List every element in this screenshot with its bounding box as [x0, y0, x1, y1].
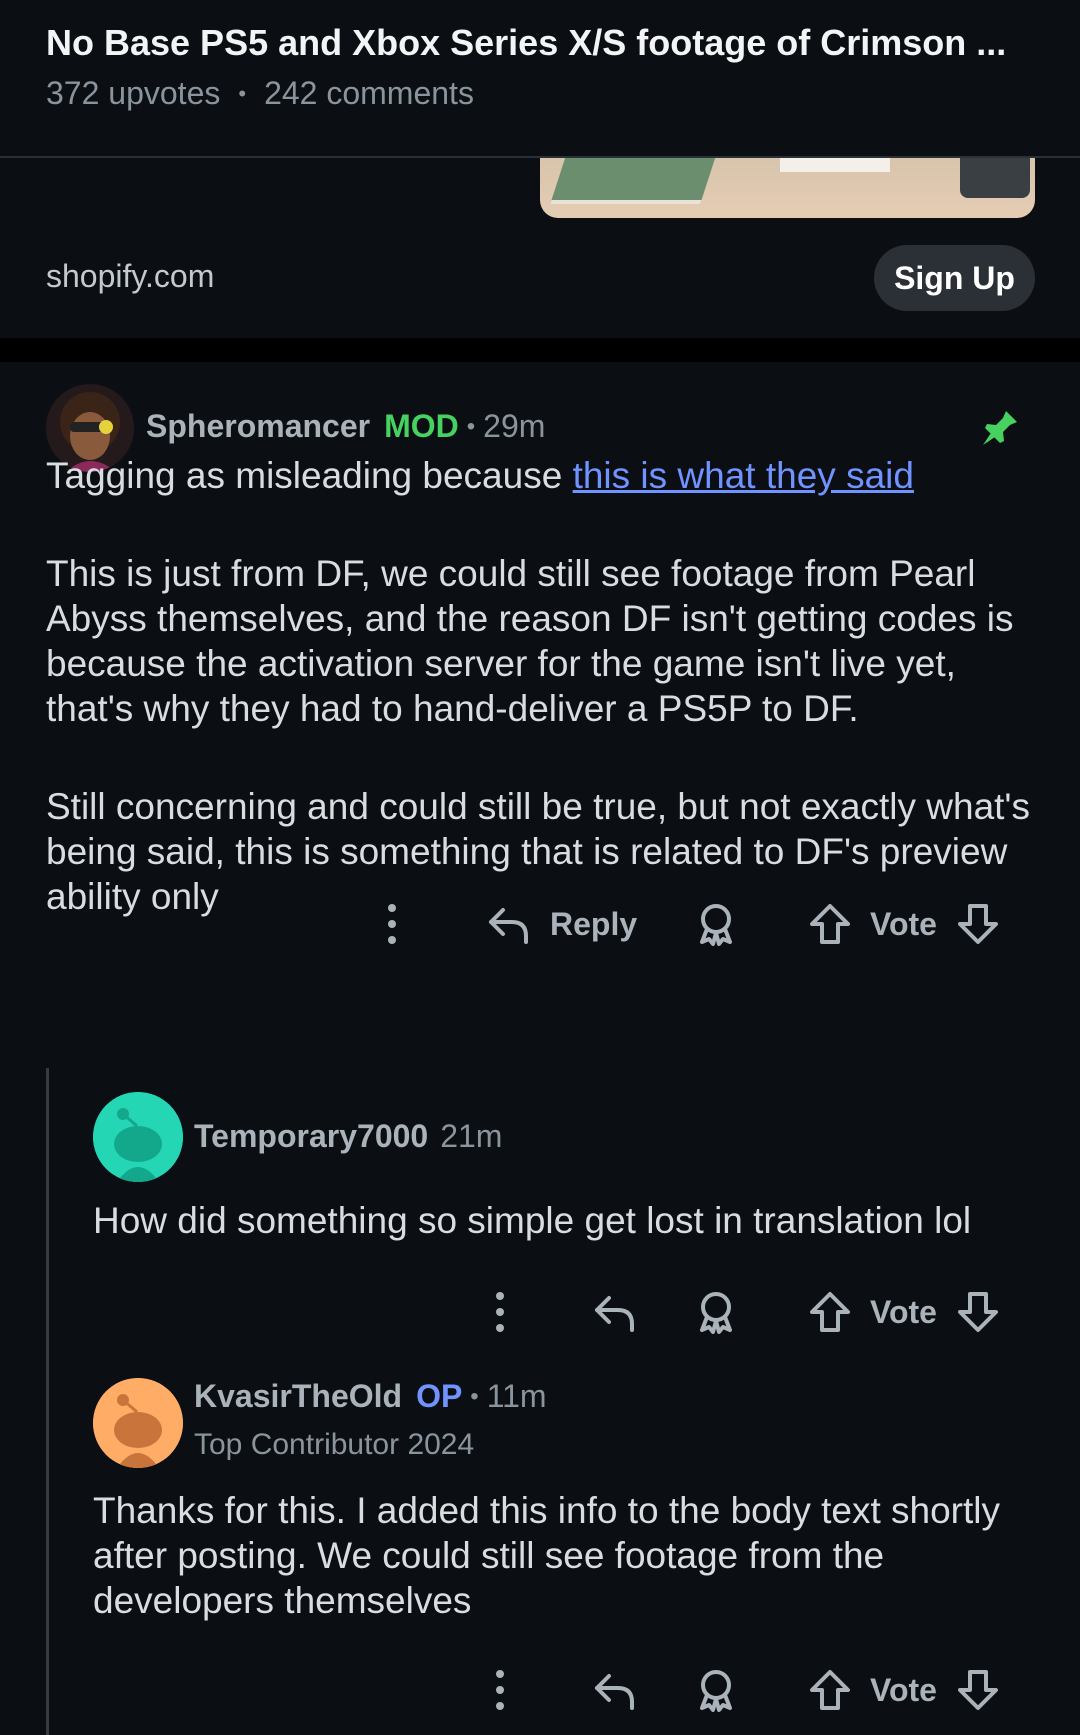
sign-up-button[interactable]: Sign Up — [874, 245, 1035, 311]
downvote-arrow-icon — [958, 1670, 998, 1710]
mod-badge: MOD — [384, 408, 459, 444]
post-header[interactable]: No Base PS5 and Xbox Series X/S footage … — [0, 0, 1080, 158]
comment-link[interactable]: this is what they said — [573, 455, 914, 496]
username[interactable]: KvasirTheOld — [194, 1378, 402, 1415]
comment-count: 242 comments — [264, 75, 474, 111]
avatar[interactable] — [93, 1378, 183, 1468]
comment-text: Tagging as misleading because — [46, 455, 573, 496]
vote-label: Vote — [870, 1672, 937, 1708]
more-options-button[interactable] — [374, 900, 410, 948]
reply-arrow-icon — [595, 1674, 634, 1710]
award-icon — [700, 1670, 732, 1712]
ad-image-paper — [780, 156, 890, 172]
comment-byline: KvasirTheOld OP • 11m — [194, 1378, 547, 1415]
user-flair: Top Contributor 2024 — [194, 1428, 475, 1461]
more-vertical-icon — [496, 1292, 504, 1332]
award-icon — [700, 904, 732, 946]
section-divider — [0, 338, 1080, 362]
comment-kvasirtheold: KvasirTheOld OP • 11m Top Contributor 20… — [0, 1378, 1080, 1735]
post-comments-page: No Base PS5 and Xbox Series X/S footage … — [0, 0, 1080, 1735]
upvote-button[interactable] — [808, 902, 852, 946]
upvote-arrow-icon — [810, 1670, 850, 1710]
byline-separator: • — [466, 412, 476, 440]
meta-separator: • — [238, 80, 247, 106]
promoted-ad[interactable]: shopify.com Sign Up — [0, 156, 1080, 338]
pin-icon — [980, 408, 1020, 453]
comment-body: How did something so simple get lost in … — [93, 1200, 972, 1241]
comment-byline: Temporary7000 21m — [194, 1118, 502, 1155]
comment-time: 11m — [486, 1378, 547, 1414]
downvote-button[interactable] — [956, 1290, 1000, 1334]
comment-body: Tagging as misleading because this is wh… — [46, 453, 1046, 919]
snoo-avatar-icon — [93, 1378, 183, 1468]
upvote-arrow-icon — [810, 1292, 850, 1332]
comment-actions: Vote — [0, 1282, 1080, 1342]
upvote-button[interactable] — [808, 1668, 852, 1712]
snoo-avatar-icon — [93, 1092, 183, 1182]
comment-actions: Vote — [0, 1660, 1080, 1720]
more-vertical-icon — [496, 1670, 504, 1710]
reply-arrow-icon — [489, 908, 528, 944]
ad-image-book — [550, 156, 716, 204]
upvote-arrow-icon — [810, 904, 850, 944]
ad-image-mug — [960, 156, 1030, 198]
ad-domain[interactable]: shopify.com — [46, 258, 214, 295]
more-options-button[interactable] — [482, 1288, 518, 1336]
post-stats: 372 upvotes • 242 comments — [46, 75, 474, 112]
award-button[interactable] — [694, 1290, 738, 1334]
username[interactable]: Temporary7000 — [194, 1118, 428, 1155]
more-options-button[interactable] — [482, 1666, 518, 1714]
comment-paragraph: Tagging as misleading because this is wh… — [46, 453, 1046, 498]
downvote-button[interactable] — [956, 902, 1000, 946]
comment-spheromancer: Spheromancer MOD • 29m Tagging as mislea… — [0, 362, 1080, 1062]
vote-label: Vote — [870, 1294, 937, 1330]
op-badge: OP — [416, 1378, 463, 1414]
vote-label: Vote — [870, 906, 937, 942]
comment-paragraph: This is just from DF, we could still see… — [46, 553, 1014, 729]
award-button[interactable] — [694, 902, 738, 946]
more-vertical-icon — [388, 904, 396, 944]
downvote-arrow-icon — [958, 1292, 998, 1332]
reply-button[interactable] — [592, 1290, 636, 1334]
ad-image[interactable] — [540, 156, 1035, 218]
comment-time: 21m — [440, 1118, 503, 1154]
downvote-arrow-icon — [958, 904, 998, 944]
upvote-button[interactable] — [808, 1290, 852, 1334]
reply-button[interactable] — [592, 1668, 636, 1712]
comment-body: Thanks for this. I added this info to th… — [93, 1490, 1000, 1621]
comment-temporary7000: Temporary7000 21m How did something so s… — [0, 1092, 1080, 1342]
post-title[interactable]: No Base PS5 and Xbox Series X/S footage … — [46, 22, 1036, 64]
award-button[interactable] — [694, 1668, 738, 1712]
downvote-button[interactable] — [956, 1668, 1000, 1712]
reply-button[interactable]: Reply — [486, 902, 637, 946]
username[interactable]: Spheromancer — [146, 408, 370, 445]
reply-arrow-icon — [595, 1296, 634, 1332]
reply-label: Reply — [550, 905, 638, 942]
comment-byline: Spheromancer MOD • 29m — [146, 408, 545, 445]
avatar[interactable] — [93, 1092, 183, 1182]
comment-actions: Reply Vote — [0, 894, 1080, 954]
byline-separator: • — [470, 1382, 479, 1410]
upvote-count: 372 upvotes — [46, 75, 221, 111]
award-icon — [700, 1292, 732, 1334]
comment-time: 29m — [483, 408, 546, 444]
